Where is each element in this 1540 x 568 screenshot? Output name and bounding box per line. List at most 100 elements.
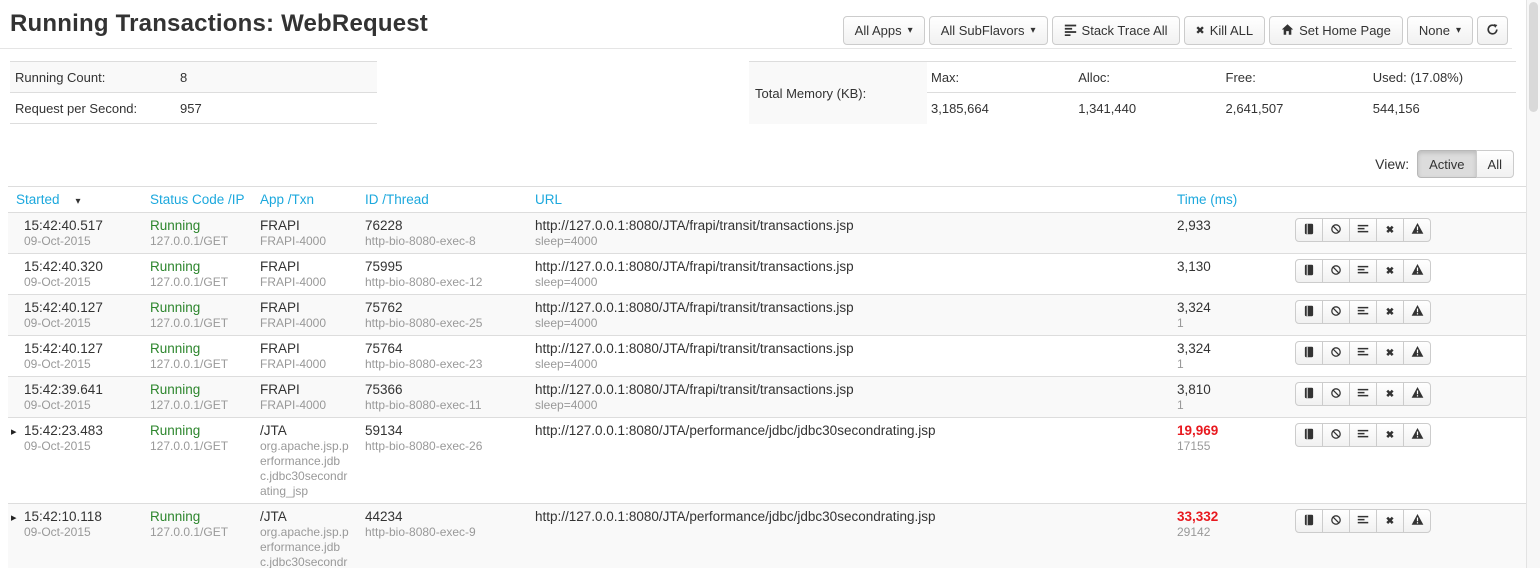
kill-transaction-button[interactable]: ✖ <box>1376 300 1404 324</box>
log-button[interactable] <box>1295 259 1323 283</box>
warning-button[interactable] <box>1403 382 1431 406</box>
all-subflavors-dropdown[interactable]: All SubFlavors ▾ <box>929 16 1048 45</box>
started-cell: ▸ 15:42:23.483 09-Oct-2015 <box>8 418 142 504</box>
kill-transaction-button[interactable]: ✖ <box>1376 218 1404 242</box>
expand-caret-icon[interactable]: ▸ <box>11 511 17 524</box>
warning-button[interactable] <box>1403 259 1431 283</box>
ignore-button[interactable] <box>1322 341 1350 365</box>
kill-all-button[interactable]: ✖ Kill ALL <box>1184 16 1266 45</box>
started-time: 15:42:23.483 <box>24 422 134 439</box>
align-left-icon <box>1357 514 1369 529</box>
kill-transaction-button[interactable]: ✖ <box>1376 259 1404 283</box>
view-all-button[interactable]: All <box>1476 150 1514 178</box>
log-button[interactable] <box>1295 382 1323 406</box>
view-active-button[interactable]: Active <box>1417 150 1476 178</box>
stack-trace-button[interactable] <box>1349 259 1377 283</box>
memory-table: Total Memory (KB): Max: Alloc: Free: Use… <box>749 61 1516 124</box>
log-button[interactable] <box>1295 218 1323 242</box>
thread-name: http-bio-8080-exec-9 <box>365 525 519 540</box>
warning-button[interactable] <box>1403 300 1431 324</box>
started-date: 09-Oct-2015 <box>24 357 134 372</box>
stats-section: Running Count: 8 Request per Second: 957… <box>10 61 1516 124</box>
time-value: 3,324 <box>1177 340 1279 357</box>
status-value: Running <box>150 299 244 316</box>
ignore-button[interactable] <box>1322 259 1350 283</box>
row-action-group: ✖ <box>1295 300 1431 324</box>
url-params: sleep=4000 <box>535 357 1161 372</box>
expand-caret-icon[interactable]: ▸ <box>11 425 17 438</box>
none-label: None <box>1419 23 1450 38</box>
url-cell: http://127.0.0.1:8080/JTA/frapi/transit/… <box>527 377 1169 418</box>
started-cell: ▸ 15:42:40.517 09-Oct-2015 <box>8 213 142 254</box>
all-apps-dropdown[interactable]: All Apps ▾ <box>843 16 925 45</box>
thread-name: http-bio-8080-exec-23 <box>365 357 519 372</box>
table-row: ▸ 15:42:39.641 09-Oct-2015 Running 127.0… <box>8 377 1532 418</box>
vertical-scrollbar[interactable] <box>1526 0 1540 568</box>
col-header-status[interactable]: Status Code /IP <box>142 187 252 213</box>
url-params: sleep=4000 <box>535 234 1161 249</box>
kill-transaction-button[interactable]: ✖ <box>1376 509 1404 533</box>
ignore-button[interactable] <box>1322 423 1350 447</box>
log-button[interactable] <box>1295 341 1323 365</box>
book-icon <box>1303 223 1315 238</box>
kill-transaction-button[interactable]: ✖ <box>1376 341 1404 365</box>
app-name: FRAPI <box>260 340 349 357</box>
ignore-button[interactable] <box>1322 218 1350 242</box>
warning-button[interactable] <box>1403 218 1431 242</box>
app-cell: FRAPI FRAPI-4000 <box>252 254 357 295</box>
time-cell: 3,130 <box>1169 254 1287 295</box>
col-header-time[interactable]: Time (ms) <box>1169 187 1287 213</box>
actions-cell: ✖ <box>1287 213 1532 254</box>
col-header-url[interactable]: URL <box>527 187 1169 213</box>
col-header-started[interactable]: Started▾ <box>8 187 142 213</box>
ignore-button[interactable] <box>1322 382 1350 406</box>
stack-trace-button[interactable] <box>1349 218 1377 242</box>
col-header-app[interactable]: App /Txn <box>252 187 357 213</box>
time-cell: 19,969 17155 <box>1169 418 1287 504</box>
ignore-button[interactable] <box>1322 509 1350 533</box>
col-header-id[interactable]: ID /Thread <box>357 187 527 213</box>
scrollbar-thumb[interactable] <box>1529 2 1538 112</box>
memory-free-value: 2,641,507 <box>1222 93 1369 124</box>
memory-label: Total Memory (KB): <box>749 62 927 124</box>
app-cell: /JTA org.apache.jsp.performance.jdbc.jdb… <box>252 504 357 568</box>
status-value: Running <box>150 381 244 398</box>
stack-trace-button[interactable] <box>1349 509 1377 533</box>
refresh-button[interactable] <box>1477 16 1508 45</box>
actions-cell: ✖ <box>1287 254 1532 295</box>
kill-transaction-button[interactable]: ✖ <box>1376 382 1404 406</box>
app-name: FRAPI <box>260 381 349 398</box>
page-title: Running Transactions: WebRequest <box>10 10 428 38</box>
url-params: sleep=4000 <box>535 275 1161 290</box>
stack-trace-button[interactable] <box>1349 341 1377 365</box>
status-value: Running <box>150 217 244 234</box>
warning-icon <box>1411 513 1424 529</box>
url-cell: http://127.0.0.1:8080/JTA/frapi/transit/… <box>527 254 1169 295</box>
set-home-page-button[interactable]: Set Home Page <box>1269 16 1403 45</box>
warning-icon <box>1411 427 1424 443</box>
time-value: 2,933 <box>1177 217 1279 234</box>
stack-trace-button[interactable] <box>1349 423 1377 447</box>
log-button[interactable] <box>1295 300 1323 324</box>
none-dropdown[interactable]: None ▾ <box>1407 16 1473 45</box>
warning-button[interactable] <box>1403 509 1431 533</box>
x-icon: ✖ <box>1386 430 1394 441</box>
time-cell: 33,332 29142 <box>1169 504 1287 568</box>
txn-id: 75995 <box>365 258 519 275</box>
kill-transaction-button[interactable]: ✖ <box>1376 423 1404 447</box>
table-header-row: Started▾ Status Code /IP App /Txn ID /Th… <box>8 187 1532 213</box>
ignore-button[interactable] <box>1322 300 1350 324</box>
ip-method: 127.0.0.1/GET <box>150 234 244 249</box>
warning-button[interactable] <box>1403 341 1431 365</box>
id-cell: 75762 http-bio-8080-exec-25 <box>357 295 527 336</box>
warning-button[interactable] <box>1403 423 1431 447</box>
time-sub: 1 <box>1177 316 1279 331</box>
stack-trace-all-button[interactable]: Stack Trace All <box>1052 16 1180 45</box>
stack-trace-button[interactable] <box>1349 300 1377 324</box>
started-cell: ▸ 15:42:40.127 09-Oct-2015 <box>8 336 142 377</box>
log-button[interactable] <box>1295 509 1323 533</box>
started-time: 15:42:39.641 <box>24 381 134 398</box>
stack-trace-button[interactable] <box>1349 382 1377 406</box>
caret-down-icon: ▾ <box>908 25 913 36</box>
log-button[interactable] <box>1295 423 1323 447</box>
